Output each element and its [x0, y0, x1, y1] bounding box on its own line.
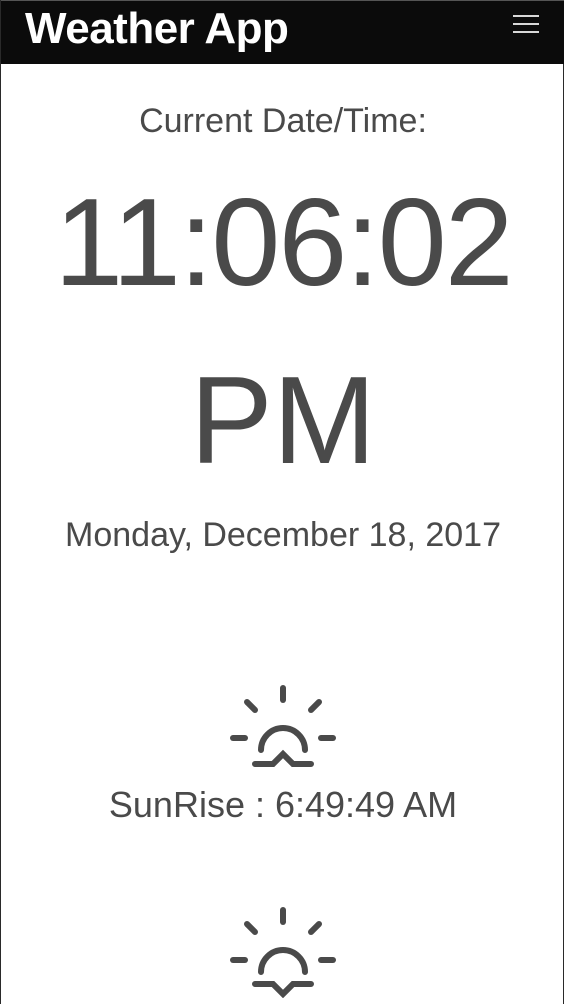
- current-time: 11:06:02: [54, 174, 513, 312]
- current-date: Monday, December 18, 2017: [65, 516, 501, 554]
- sunrise-icon: [230, 685, 336, 767]
- sunrise-time: SunRise : 6:49:49 AM: [108, 784, 458, 825]
- sunset-icon: [230, 907, 336, 998]
- top-navbar: Weather App: [1, 0, 564, 64]
- current-ampm: PM: [190, 352, 376, 490]
- hamburger-menu-icon[interactable]: [513, 15, 539, 37]
- app-title[interactable]: Weather App: [25, 3, 289, 55]
- current-datetime-label: Current Date/Time:: [139, 102, 427, 140]
